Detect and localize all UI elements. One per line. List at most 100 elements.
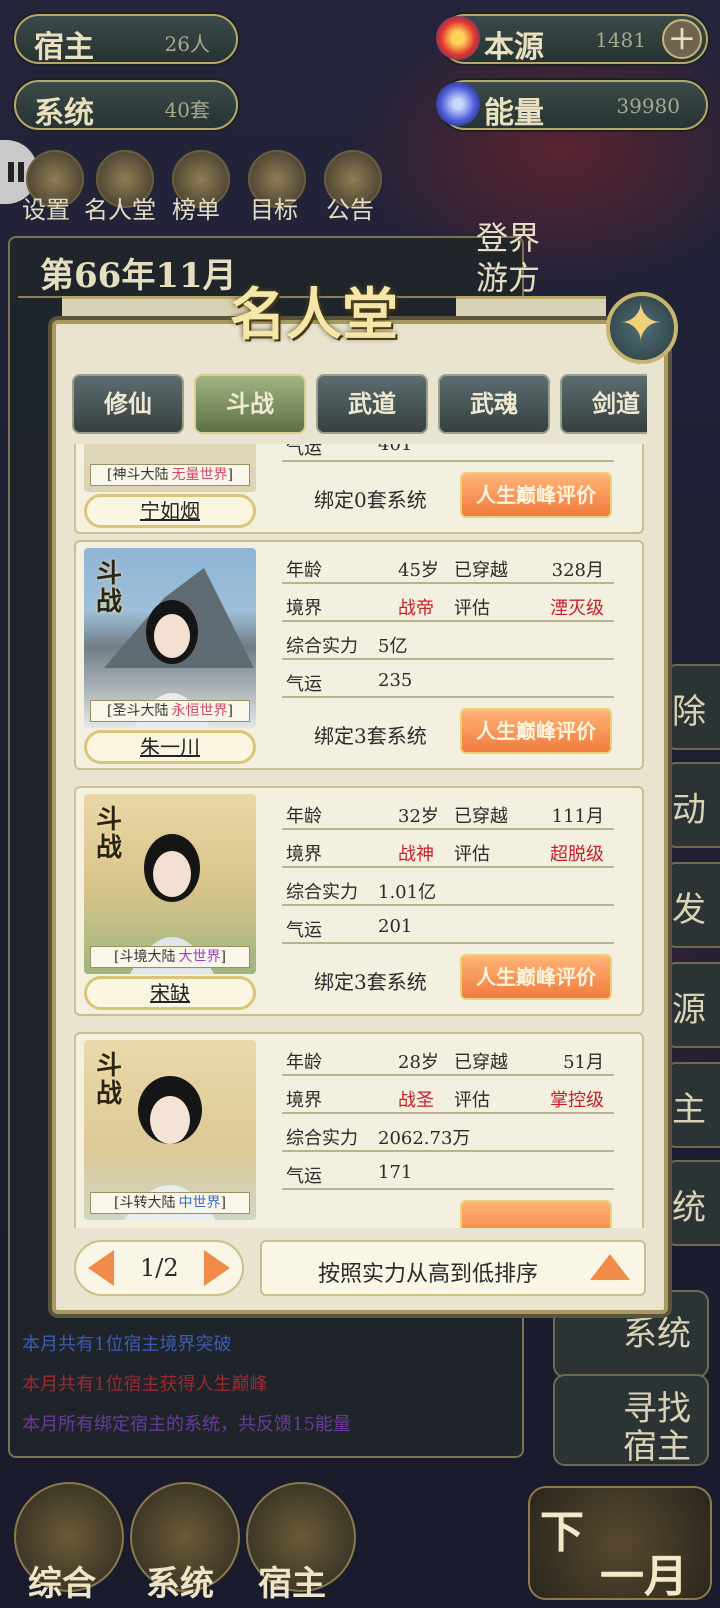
sort-label: 按照实力从高到低排序 bbox=[318, 1262, 539, 1287]
peak-evaluation-button[interactable]: 人生巅峰评价 bbox=[460, 954, 612, 1000]
list-item: 斗战 [斗转大陆 中世界] 年龄 28岁 已穿越 51月 境界 战圣 评估 掌控级… bbox=[74, 1032, 644, 1228]
bound-systems: 绑定3套系统 bbox=[314, 970, 427, 994]
bound-systems: 绑定0套系统 bbox=[314, 488, 427, 512]
luck-label: 气运 bbox=[286, 1166, 322, 1187]
luck-value: 235 bbox=[378, 670, 413, 691]
system-count-pill[interactable]: 系统 40套 bbox=[14, 80, 238, 131]
bound-systems: 绑定3套系统 bbox=[314, 724, 427, 748]
luck-row: 气运 235 bbox=[282, 660, 614, 698]
power-label: 综合实力 bbox=[286, 882, 358, 903]
side-button[interactable]: 主 bbox=[666, 1062, 720, 1148]
power-row: 综合实力 2062.73万 bbox=[282, 1114, 614, 1152]
power-value: 1.01亿 bbox=[378, 882, 437, 903]
host-count-pill[interactable]: 宿主 26人 bbox=[14, 14, 238, 65]
age-row: 年龄 28岁 已穿越 51月 bbox=[282, 1038, 614, 1076]
realm-value: 战神 bbox=[398, 844, 434, 865]
world-type: 永恒世界 bbox=[171, 703, 228, 719]
host-label: 宿主 bbox=[34, 30, 94, 65]
source-value: 1481 bbox=[595, 28, 646, 52]
menu-goal[interactable]: 目标 bbox=[250, 190, 298, 225]
menu-settings[interactable]: 设置 bbox=[22, 190, 70, 225]
world-name: 斗转大陆 bbox=[119, 1195, 176, 1211]
category-tabs: 修仙 斗战 武道 武魂 剑道 bbox=[72, 374, 647, 438]
add-source-button[interactable]: + bbox=[662, 19, 702, 59]
current-date: 第66年11月 bbox=[40, 256, 237, 296]
world-label: [斗境大陆 大世界] bbox=[90, 946, 250, 968]
luck-label: 气运 bbox=[286, 674, 322, 695]
rating-label: 评估 bbox=[454, 598, 490, 619]
world-label: [斗转大陆 中世界] bbox=[90, 1192, 250, 1214]
world-label: [神斗大陆 无量世界] bbox=[90, 464, 250, 486]
system-label: 系统 bbox=[34, 96, 94, 131]
hero-name[interactable]: 宋缺 bbox=[84, 976, 256, 1010]
hall-of-fame-list[interactable]: [神斗大陆 无量世界] 宁如烟 气运 401 绑定0套系统 人生巅峰评价 斗战 [… bbox=[72, 444, 650, 1228]
world-name: 神斗大陆 bbox=[112, 467, 169, 483]
luck-value: 401 bbox=[378, 444, 413, 455]
tab-jiandao[interactable]: 剑道 bbox=[560, 374, 647, 434]
hero-name[interactable]: 宁如烟 bbox=[84, 494, 256, 528]
world-type: 中世界 bbox=[178, 1195, 221, 1211]
power-label: 综合实力 bbox=[286, 636, 358, 657]
find-host-button[interactable]: 寻找宿主 bbox=[553, 1374, 709, 1466]
rating-label: 评估 bbox=[454, 1090, 490, 1111]
tab-wudao[interactable]: 武道 bbox=[316, 374, 428, 434]
age-label: 年龄 bbox=[286, 560, 322, 581]
rating-value: 超脱级 bbox=[550, 844, 604, 865]
dialog-title: 名人堂 bbox=[230, 282, 398, 348]
next-month-line2: 一月 bbox=[600, 1551, 688, 1602]
side-button[interactable]: 发 bbox=[666, 862, 720, 948]
portrait-image: 斗战 [斗境大陆 大世界] bbox=[84, 794, 256, 974]
nav-system[interactable]: 系统 bbox=[146, 1556, 214, 1605]
world-type: 无量世界 bbox=[171, 467, 228, 483]
realm-label: 境界 bbox=[286, 844, 322, 865]
menu-hall-of-fame[interactable]: 名人堂 bbox=[84, 190, 156, 225]
list-item: 斗战 [圣斗大陆 永恒世界] 朱一川 年龄 45岁 已穿越 328月 境界 战帝 … bbox=[74, 540, 644, 770]
next-month-button[interactable]: 下 一月 bbox=[528, 1486, 712, 1602]
nav-general[interactable]: 综合 bbox=[28, 1556, 96, 1605]
peak-evaluation-button[interactable]: 人生巅峰评价 bbox=[460, 472, 612, 518]
realm-value: 战帝 bbox=[398, 598, 434, 619]
side-button[interactable]: 统 bbox=[666, 1160, 720, 1246]
nav-host[interactable]: 宿主 bbox=[258, 1556, 326, 1605]
list-item: 斗战 [斗境大陆 大世界] 宋缺 年龄 32岁 已穿越 111月 境界 战神 评估… bbox=[74, 786, 644, 1016]
close-icon[interactable] bbox=[606, 292, 678, 364]
next-page-icon[interactable] bbox=[204, 1250, 230, 1286]
rating-label: 评估 bbox=[454, 844, 490, 865]
side-button[interactable]: 动 bbox=[666, 762, 720, 848]
luck-value: 201 bbox=[378, 916, 413, 937]
source-pill[interactable]: 本源 1481 + bbox=[440, 14, 708, 65]
luck-row: 气运 201 bbox=[282, 906, 614, 944]
tab-douzhan[interactable]: 斗战 bbox=[194, 374, 306, 434]
age-value: 28岁 bbox=[398, 1052, 439, 1073]
hero-name[interactable]: 朱一川 bbox=[84, 730, 256, 764]
category-tag: 斗战 bbox=[96, 805, 123, 863]
energy-value: 39980 bbox=[616, 94, 680, 118]
menu-notice[interactable]: 公告 bbox=[326, 190, 374, 225]
luck-row: 气运 401 bbox=[282, 444, 614, 462]
world-type: 大世界 bbox=[178, 949, 221, 965]
crossed-value: 328月 bbox=[551, 560, 604, 581]
energy-pill[interactable]: 能量 39980 bbox=[440, 80, 708, 131]
peak-evaluation-button[interactable]: 人生巅峰评价 bbox=[460, 708, 612, 754]
travel-button[interactable]: 登界游方 bbox=[466, 218, 550, 298]
age-value: 32岁 bbox=[398, 806, 439, 827]
tab-xiuxian[interactable]: 修仙 bbox=[72, 374, 184, 434]
power-value: 2062.73万 bbox=[378, 1128, 471, 1149]
host-value: 26人 bbox=[164, 32, 210, 56]
source-flame-icon bbox=[436, 16, 480, 60]
crossed-label: 已穿越 bbox=[454, 1052, 508, 1073]
pagination: 1/2 bbox=[74, 1240, 244, 1296]
portrait-image: 斗战 [斗转大陆 中世界] bbox=[84, 1040, 256, 1220]
prev-page-icon[interactable] bbox=[88, 1250, 114, 1286]
peak-evaluation-button[interactable] bbox=[460, 1200, 612, 1228]
side-button[interactable]: 源 bbox=[666, 962, 720, 1048]
age-row: 年龄 45岁 已穿越 328月 bbox=[282, 546, 614, 584]
menu-ranking[interactable]: 榜单 bbox=[172, 190, 220, 225]
crossed-label: 已穿越 bbox=[454, 560, 508, 581]
crossed-label: 已穿越 bbox=[454, 806, 508, 827]
realm-row: 境界 战帝 评估 湮灭级 bbox=[282, 584, 614, 622]
sort-toggle[interactable]: 按照实力从高到低排序 bbox=[260, 1240, 646, 1296]
tab-wuhun[interactable]: 武魂 bbox=[438, 374, 550, 434]
side-button[interactable]: 除 bbox=[666, 664, 720, 750]
log-line: 本月共有1位宿主境界突破 bbox=[22, 1334, 232, 1355]
